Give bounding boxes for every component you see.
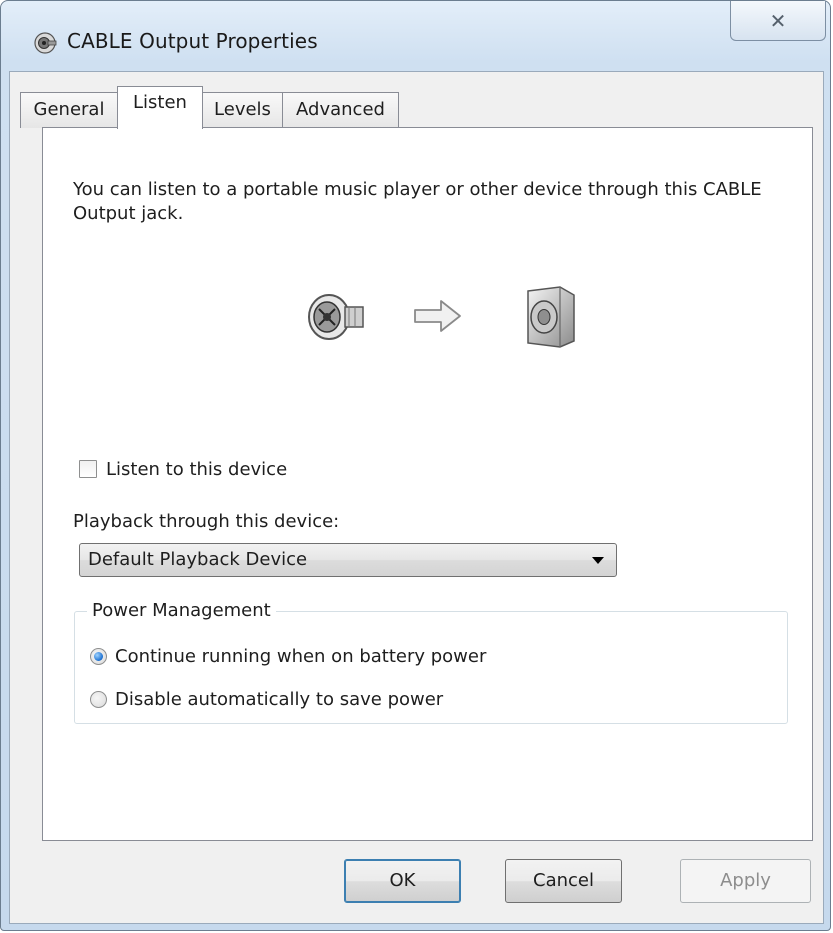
listen-to-device-option[interactable]: Listen to this device xyxy=(79,457,287,481)
audio-jack-icon xyxy=(308,294,364,340)
cancel-button[interactable]: Cancel xyxy=(505,859,622,903)
chevron-down-icon xyxy=(592,557,604,564)
properties-dialog: CABLE Output Properties ✕ General Listen… xyxy=(0,0,831,931)
tab-levels[interactable]: Levels xyxy=(202,92,283,128)
dialog-client-area: General Listen Levels Advanced You can l… xyxy=(9,71,824,924)
arrow-right-icon xyxy=(414,300,461,332)
apply-button[interactable]: Apply xyxy=(680,859,811,903)
tab-advanced[interactable]: Advanced xyxy=(282,92,399,128)
listen-tab-panel: You can listen to a portable music playe… xyxy=(42,127,813,841)
tab-general[interactable]: General xyxy=(20,92,118,128)
close-icon: ✕ xyxy=(769,8,787,33)
listen-to-device-checkbox[interactable] xyxy=(79,460,97,478)
continue-running-radio[interactable] xyxy=(90,647,107,665)
playback-device-select[interactable]: Default Playback Device xyxy=(79,543,617,577)
playback-device-value: Default Playback Device xyxy=(88,549,308,570)
speaker-icon xyxy=(527,286,575,348)
audio-jack-icon xyxy=(34,32,57,54)
listen-description: You can listen to a portable music playe… xyxy=(73,179,762,224)
continue-running-option[interactable]: Continue running when on battery power xyxy=(90,644,486,668)
title-bar[interactable]: CABLE Output Properties ✕ xyxy=(1,1,830,71)
continue-running-label[interactable]: Continue running when on battery power xyxy=(115,646,486,667)
listen-to-device-label[interactable]: Listen to this device xyxy=(106,459,287,480)
tab-listen[interactable]: Listen xyxy=(117,86,203,129)
disable-automatically-option[interactable]: Disable automatically to save power xyxy=(90,687,443,711)
power-management-group: Power Management Continue running when o… xyxy=(74,599,788,724)
disable-automatically-label[interactable]: Disable automatically to save power xyxy=(115,689,443,710)
power-management-title: Power Management xyxy=(87,599,276,623)
window-title: CABLE Output Properties xyxy=(67,29,318,53)
disable-automatically-radio[interactable] xyxy=(90,690,107,708)
ok-button[interactable]: OK xyxy=(344,859,461,903)
playback-device-label: Playback through this device: xyxy=(73,511,340,532)
close-button[interactable]: ✕ xyxy=(730,1,826,41)
